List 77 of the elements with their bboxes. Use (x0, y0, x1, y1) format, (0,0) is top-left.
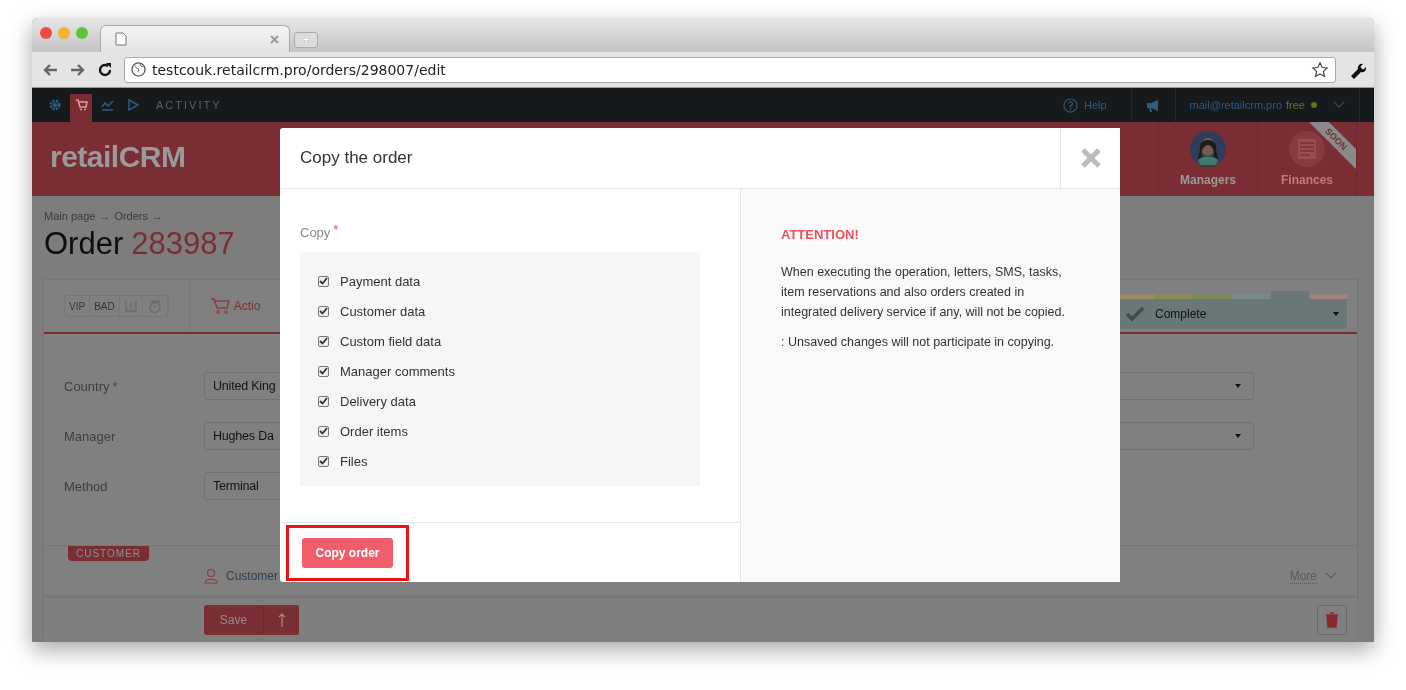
option-label: Custom field data (340, 333, 442, 349)
megaphone-icon[interactable] (1145, 98, 1161, 112)
caret-icon (1333, 312, 1339, 316)
field-label: Method (64, 478, 108, 494)
tag-toggle[interactable]: VIP (65, 296, 91, 316)
minimize-window-icon[interactable] (58, 27, 70, 39)
order-number: 283987 (131, 226, 235, 262)
close-icon (1079, 147, 1102, 169)
trash-icon (1325, 612, 1339, 628)
close-window-icon[interactable] (40, 27, 52, 39)
logo[interactable]: retailCRM (50, 140, 186, 174)
tag-toggle[interactable]: BAD (90, 296, 120, 316)
checkbox[interactable] (318, 275, 329, 287)
close-button[interactable] (1060, 128, 1120, 188)
breadcrumb-link[interactable]: Main page (44, 210, 96, 222)
checkbox[interactable] (318, 365, 329, 377)
header-tile[interactable]: Managers (1158, 122, 1257, 196)
option-label: Delivery data (340, 393, 416, 409)
plan-label: free (1286, 99, 1305, 111)
option-label: Order items (340, 423, 408, 439)
checkbox[interactable] (318, 395, 329, 407)
reload-icon[interactable] (98, 62, 112, 77)
ledger-icon (1289, 131, 1325, 167)
user-email[interactable]: mail@retailcrm.pro (1189, 99, 1283, 111)
actions-menu[interactable]: Actio (233, 299, 261, 313)
field-label: Country (64, 378, 110, 394)
section-tag: CUSTOMER (68, 546, 150, 561)
option-label: Manager comments (340, 363, 455, 379)
avatar-icon (1190, 131, 1226, 167)
attention-heading: ATTENTION! (781, 227, 860, 242)
url-text: testcouk.retailcrm.pro/orders/298007/edit (152, 61, 447, 78)
required-mark: * (333, 222, 339, 239)
back-icon[interactable] (42, 62, 58, 77)
notice-text: : Unsaved changes will not participate in copying. (781, 334, 1056, 351)
chevron-down-icon[interactable] (1333, 101, 1345, 109)
status-segment[interactable] (1117, 294, 1155, 299)
help-link[interactable]: Help (1083, 99, 1107, 111)
cart-icon (209, 297, 232, 315)
close-tab-icon[interactable] (270, 34, 279, 44)
save-button[interactable]: Save (204, 605, 264, 635)
check-icon (1125, 306, 1145, 322)
chevron-down-icon[interactable] (1325, 572, 1337, 580)
arrow-up-icon (276, 612, 287, 628)
save-and-exit-button[interactable] (264, 605, 299, 635)
copy-label: Copy (300, 225, 331, 240)
maximize-window-icon[interactable] (76, 27, 88, 39)
copy-order-button[interactable]: Copy order (302, 537, 393, 568)
checkbox[interactable] (318, 425, 329, 437)
forward-icon[interactable] (70, 62, 86, 77)
dialog-title: Copy the order (300, 148, 413, 168)
help-icon[interactable] (1062, 97, 1078, 113)
address-bar[interactable]: testcouk.retailcrm.pro/orders/298007/edit (124, 56, 1336, 83)
person-icon (204, 568, 218, 584)
page-icon (115, 32, 127, 46)
tile-label: Managers (1180, 173, 1236, 187)
required-mark: * (112, 378, 118, 394)
breadcrumb-separator: → (152, 210, 163, 222)
checkbox[interactable] (318, 305, 329, 317)
page-title: Order (44, 226, 124, 262)
section-label: ACTIVITY (156, 99, 222, 111)
browser-tab[interactable] (100, 25, 290, 52)
cart-nav-icon[interactable] (70, 94, 92, 122)
option-label: Customer data (340, 303, 426, 319)
tile-label: Finances (1281, 173, 1333, 187)
online-dot-icon (1311, 102, 1317, 108)
breadcrumb-separator: → (99, 210, 111, 222)
customer-tab[interactable]: Customer (226, 569, 278, 583)
notice-text: When executing the operation, letters, SMS, tasks, item reservations and also orders created in integrated delivery service if any, will not be copied. (781, 264, 1066, 321)
option-label: Files (340, 453, 368, 469)
bookmark-star-icon[interactable] (1311, 60, 1329, 79)
checkbox[interactable] (318, 455, 329, 467)
option-label: Payment data (340, 273, 421, 289)
field-label: Manager (64, 428, 116, 444)
delete-button[interactable] (1317, 605, 1347, 635)
checkbox[interactable] (318, 335, 329, 347)
breadcrumb-link[interactable]: Orders (114, 210, 148, 222)
status-dropdown[interactable]: Complete (1117, 299, 1347, 329)
